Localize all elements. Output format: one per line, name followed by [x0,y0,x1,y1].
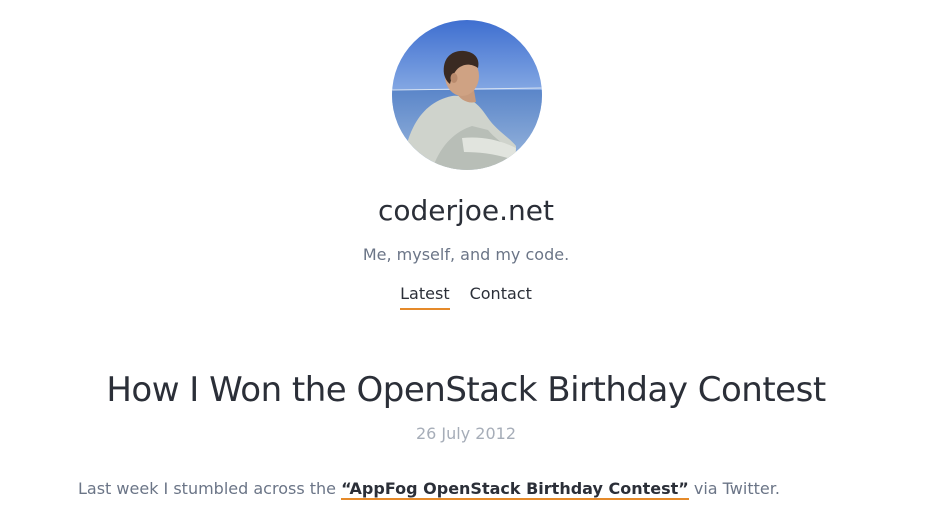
post-body-text-after: via Twitter. [688,479,780,498]
site-title[interactable]: coderjoe.net [0,191,932,231]
tagline: Me, myself, and my code. [362,245,570,264]
avatar[interactable] [392,20,542,170]
main-nav: Latest Contact [0,282,932,310]
profile-photo-icon [392,20,542,170]
post-body: Last week I stumbled across the “AppFog … [78,477,898,501]
contest-link[interactable]: “AppFog OpenStack Birthday Contest” [341,479,689,500]
post-title[interactable]: How I Won the OpenStack Birthday Contest [0,366,932,414]
post-body-text-before: Last week I stumbled across the [78,479,342,498]
nav-item-latest[interactable]: Latest [400,282,450,310]
nav-item-contact[interactable]: Contact [470,282,532,310]
post-date: 26 July 2012 [415,424,517,443]
page: coderjoe.net Me, myself, and my code. La… [0,0,932,511]
